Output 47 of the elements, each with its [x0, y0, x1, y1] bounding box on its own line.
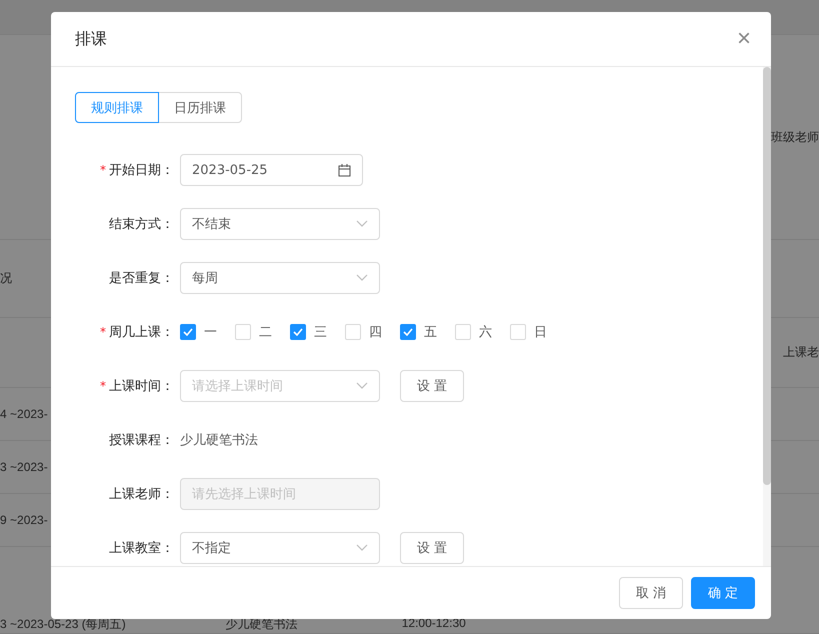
date-range-text: 9 ~2023-: [0, 513, 48, 527]
course-value: 少儿硬笔书法: [180, 432, 258, 449]
select-field[interactable]: 不结束: [180, 208, 380, 240]
chevron-down-icon: [356, 274, 368, 282]
field-label: 授课课程：: [109, 432, 174, 449]
time-text: 12:00-12:30: [402, 616, 466, 632]
field-label: 上课教室：: [109, 540, 174, 557]
date-range-text: 况: [0, 270, 12, 287]
date-range-text: 4 ~2023-: [0, 407, 48, 421]
checkbox[interactable]: [400, 324, 416, 340]
field-label: 周几上课：: [109, 324, 174, 341]
column-header: 上课老: [783, 344, 819, 361]
calendar-icon: [338, 164, 351, 176]
date-field[interactable]: 2023-05-25: [180, 154, 363, 186]
settings-button[interactable]: 设 置: [400, 532, 464, 564]
required-mark: *: [100, 379, 106, 393]
weekday-label: 三: [314, 324, 327, 341]
chevron-down-icon: [356, 544, 368, 552]
dialog-title: 排课: [75, 28, 107, 50]
field-label: 上课时间：: [109, 378, 174, 395]
check-icon: [293, 328, 303, 336]
select-field[interactable]: 每周: [180, 262, 380, 294]
column-header: 班级老师: [771, 128, 819, 146]
field-label: 上课老师：: [109, 486, 174, 503]
checkbox[interactable]: [180, 324, 196, 340]
weekday-label: 日: [534, 324, 547, 341]
mode-tab[interactable]: 日历排课: [158, 92, 242, 123]
weekday-label: 二: [259, 324, 272, 341]
scrollbar[interactable]: [763, 67, 771, 566]
chevron-down-icon: [356, 382, 368, 390]
field-label: 开始日期：: [109, 162, 174, 179]
select-field[interactable]: 不指定: [180, 532, 380, 564]
cancel-button[interactable]: 取 消: [619, 577, 683, 609]
checkbox[interactable]: [290, 324, 306, 340]
required-mark: *: [100, 163, 106, 177]
required-mark: *: [100, 325, 106, 339]
weekday-label: 一: [204, 324, 217, 341]
check-icon: [183, 328, 193, 336]
field-label: 结束方式：: [109, 216, 174, 233]
weekday-label: 五: [424, 324, 437, 341]
settings-button[interactable]: 设 置: [400, 370, 464, 402]
field-label: 是否重复：: [109, 270, 174, 287]
chevron-down-icon: [356, 220, 368, 228]
date-range-text: 3 ~2023-: [0, 460, 48, 474]
weekday-label: 四: [369, 324, 382, 341]
weekday-label: 六: [479, 324, 492, 341]
check-icon: [403, 328, 413, 336]
